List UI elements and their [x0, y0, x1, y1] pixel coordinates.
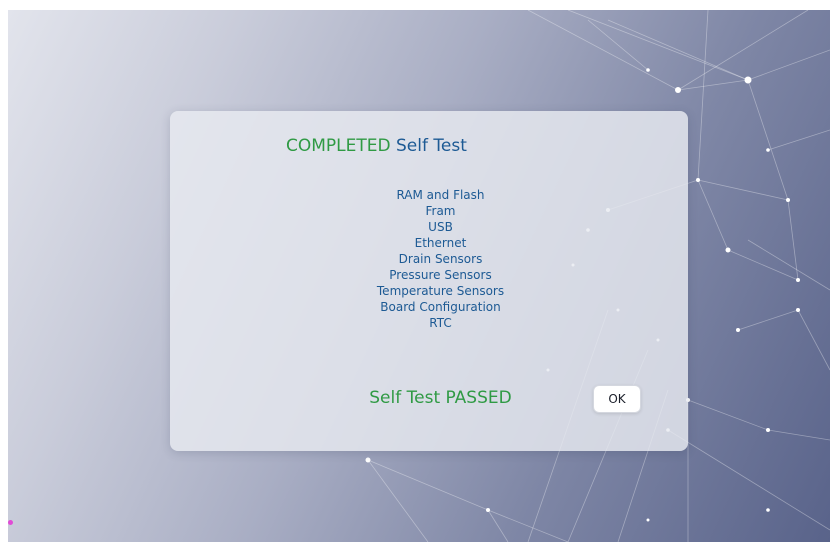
- corner-marker-dot: [8, 520, 13, 525]
- check-item: Fram: [425, 204, 456, 218]
- screen: COMPLETED Self Test RAM and Flash Fram U…: [8, 10, 830, 542]
- check-item: RAM and Flash: [396, 188, 485, 202]
- title-text: Self Test: [396, 136, 467, 156]
- check-item: Ethernet: [414, 236, 467, 250]
- ok-button[interactable]: OK: [593, 385, 641, 413]
- check-item: RTC: [429, 316, 452, 330]
- check-item: Temperature Sensors: [376, 284, 505, 298]
- check-item: Pressure Sensors: [389, 268, 492, 282]
- self-test-dialog: COMPLETED Self Test RAM and Flash Fram U…: [170, 111, 688, 451]
- check-item: Board Configuration: [380, 300, 501, 314]
- title-status: COMPLETED: [286, 136, 391, 156]
- check-item: Drain Sensors: [398, 252, 483, 266]
- check-item: USB: [428, 220, 453, 234]
- dialog-title: COMPLETED Self Test: [286, 136, 467, 156]
- self-test-check-list: RAM and Flash Fram USB Ethernet Drain Se…: [170, 187, 711, 331]
